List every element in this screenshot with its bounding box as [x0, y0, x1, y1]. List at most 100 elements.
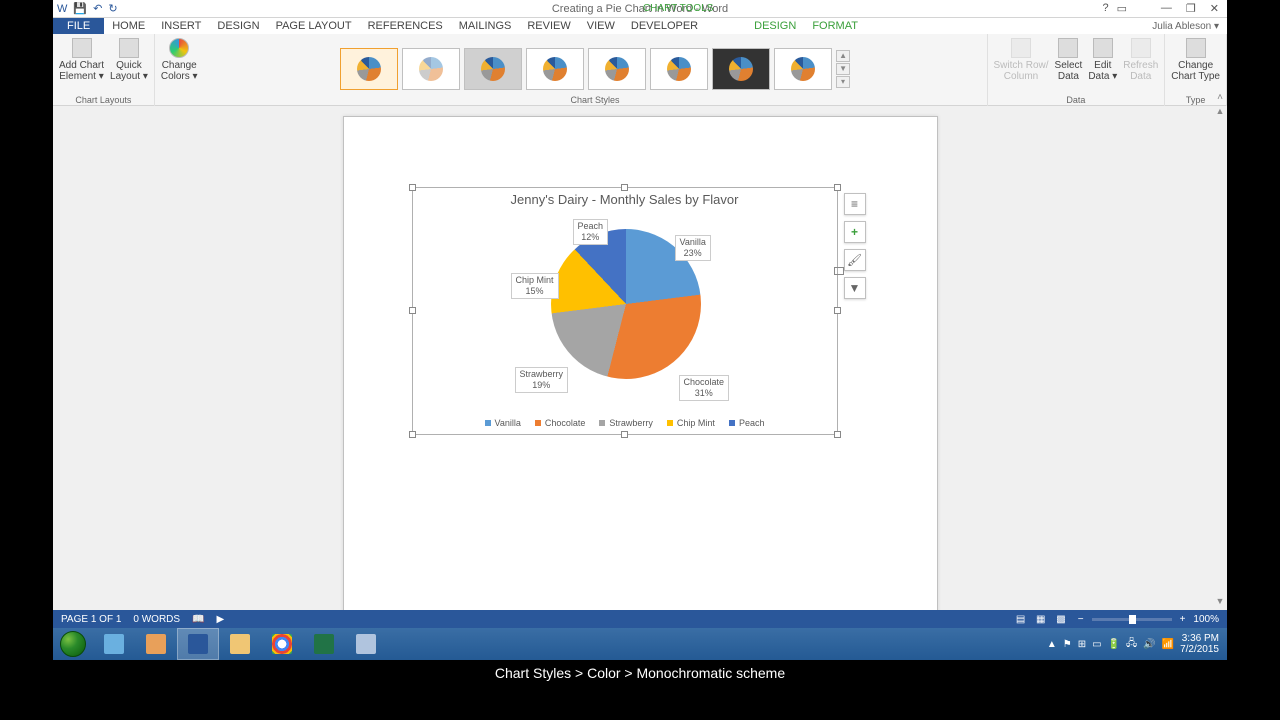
undo-icon[interactable]: ↶ [93, 2, 102, 15]
taskbar-magnifier[interactable] [93, 628, 135, 660]
data-label-peach[interactable]: Peach12% [573, 219, 609, 245]
chart-object[interactable]: Jenny's Dairy - Monthly Sales by Flavor … [412, 187, 838, 435]
tray-show-hidden-icon[interactable]: ▲ [1047, 639, 1057, 650]
add-chart-element-button[interactable]: Add Chart Element ▾ [57, 36, 106, 84]
help-icon[interactable]: ? [1102, 2, 1108, 15]
tab-chart-format[interactable]: FORMAT [804, 20, 866, 32]
resize-handle[interactable] [409, 184, 416, 191]
chart-elements-button[interactable]: + [844, 221, 866, 243]
close-button[interactable]: ✕ [1210, 2, 1219, 15]
file-tab[interactable]: FILE [53, 18, 104, 34]
web-layout-icon[interactable]: ▩ [1052, 614, 1069, 625]
tray-tablet-icon[interactable]: ▭ [1092, 639, 1101, 650]
select-data-button[interactable]: Select Data [1053, 36, 1085, 84]
chart-legend[interactable]: Vanilla Chocolate Strawberry Chip Mint P… [413, 418, 837, 428]
page[interactable]: Jenny's Dairy - Monthly Sales by Flavor … [343, 116, 938, 610]
taskbar-word[interactable] [177, 628, 219, 660]
plot-area[interactable]: Vanilla23% Chocolate31% Strawberry19% Ch… [413, 207, 837, 407]
quick-layout-button[interactable]: Quick Layout ▾ [108, 36, 150, 84]
legend-item[interactable]: Chocolate [535, 418, 586, 428]
zoom-knob[interactable] [1129, 615, 1136, 624]
layout-anchor-icon[interactable] [834, 267, 844, 275]
tab-design[interactable]: DESIGN [209, 20, 267, 32]
tab-view[interactable]: VIEW [579, 20, 623, 32]
read-mode-icon[interactable]: ▤ [1012, 614, 1029, 625]
vertical-scrollbar[interactable]: ▲ ▼ [1213, 106, 1227, 610]
tray-flag-icon[interactable]: ⚑ [1063, 639, 1072, 650]
chart-style-1[interactable] [340, 48, 398, 90]
chart-filters-button[interactable]: ▼ [844, 277, 866, 299]
taskbar-excel[interactable] [303, 628, 345, 660]
taskbar-calculator[interactable] [345, 628, 387, 660]
scroll-down-icon[interactable]: ▼ [1213, 596, 1227, 610]
resize-handle[interactable] [834, 431, 841, 438]
restore-button[interactable]: ❐ [1186, 2, 1196, 15]
resize-handle[interactable] [621, 431, 628, 438]
print-layout-icon[interactable]: ▦ [1032, 614, 1049, 625]
change-colors-button[interactable]: Change Colors ▾ [159, 36, 200, 84]
tab-insert[interactable]: INSERT [153, 20, 209, 32]
resize-handle[interactable] [621, 184, 628, 191]
tray-volume-icon[interactable]: 🔊 [1143, 639, 1155, 650]
collapse-ribbon-icon[interactable]: ˄ [1217, 92, 1223, 103]
tab-review[interactable]: REVIEW [519, 20, 578, 32]
data-label-strawberry[interactable]: Strawberry19% [515, 367, 569, 393]
taskbar-chrome[interactable] [261, 628, 303, 660]
chart-styles-button[interactable]: 🖌 [844, 249, 866, 271]
tab-page-layout[interactable]: PAGE LAYOUT [268, 20, 360, 32]
data-label-vanilla[interactable]: Vanilla23% [675, 235, 711, 261]
data-label-chipmint[interactable]: Chip Mint15% [511, 273, 559, 299]
tray-network-icon[interactable]: 🖧 [1126, 636, 1137, 653]
legend-item[interactable]: Vanilla [485, 418, 521, 428]
taskbar-explorer[interactable] [219, 628, 261, 660]
chart-style-2[interactable] [402, 48, 460, 90]
legend-item[interactable]: Chip Mint [667, 418, 715, 428]
edit-data-button[interactable]: Edit Data ▾ [1086, 36, 1119, 84]
tray-action-center-icon[interactable]: 📶 [1162, 639, 1174, 650]
zoom-out-button[interactable]: − [1078, 614, 1084, 625]
chart-style-7[interactable] [712, 48, 770, 90]
change-chart-type-button[interactable]: Change Chart Type [1169, 36, 1222, 84]
window-controls: — ❐ ✕ [1161, 2, 1227, 15]
minimize-button[interactable]: — [1161, 2, 1172, 15]
start-button[interactable] [53, 628, 93, 660]
gallery-down-icon[interactable]: ▼ [836, 63, 850, 75]
group-chart-layouts: Add Chart Element ▾ Quick Layout ▾ Chart… [53, 34, 155, 106]
chart-style-4[interactable] [526, 48, 584, 90]
scroll-up-icon[interactable]: ▲ [1213, 106, 1227, 120]
tab-mailings[interactable]: MAILINGS [451, 20, 520, 32]
legend-item[interactable]: Strawberry [599, 418, 653, 428]
document-area[interactable]: Jenny's Dairy - Monthly Sales by Flavor … [53, 106, 1227, 610]
resize-handle[interactable] [834, 184, 841, 191]
tray-battery-icon[interactable]: 🔋 [1108, 639, 1120, 650]
gallery-up-icon[interactable]: ▲ [836, 50, 850, 62]
proofing-icon[interactable]: 📖 [192, 614, 204, 625]
zoom-in-button[interactable]: + [1180, 614, 1186, 625]
pie-thumb-icon [481, 57, 505, 81]
taskbar-paint[interactable] [135, 628, 177, 660]
tab-developer[interactable]: DEVELOPER [623, 20, 706, 32]
zoom-slider[interactable] [1092, 618, 1172, 621]
tab-references[interactable]: REFERENCES [360, 20, 451, 32]
ribbon-display-options-icon[interactable]: ▭ [1117, 2, 1127, 15]
gallery-more-icon[interactable]: ▾ [836, 76, 850, 88]
legend-item[interactable]: Peach [729, 418, 765, 428]
chart-style-5[interactable] [588, 48, 646, 90]
resize-handle[interactable] [409, 431, 416, 438]
tray-windows-icon[interactable]: ⊞ [1078, 639, 1086, 650]
taskbar-clock[interactable]: 3:36 PM 7/2/2015 [1180, 633, 1219, 655]
layout-options-button[interactable]: ≡ [844, 193, 866, 215]
tab-home[interactable]: HOME [104, 20, 153, 32]
tab-chart-design[interactable]: DESIGN [746, 20, 804, 32]
zoom-level[interactable]: 100% [1193, 614, 1219, 625]
chart-style-3[interactable] [464, 48, 522, 90]
save-icon[interactable]: 💾 [73, 2, 87, 15]
chart-style-6[interactable] [650, 48, 708, 90]
chart-style-8[interactable] [774, 48, 832, 90]
page-indicator[interactable]: PAGE 1 OF 1 [61, 614, 121, 625]
redo-icon[interactable]: ↻ [108, 2, 117, 15]
macro-icon[interactable]: ▶ [217, 614, 225, 625]
word-count[interactable]: 0 WORDS [133, 614, 180, 625]
user-account[interactable]: Julia Ableson ▾ [1152, 21, 1227, 32]
data-label-chocolate[interactable]: Chocolate31% [679, 375, 730, 401]
